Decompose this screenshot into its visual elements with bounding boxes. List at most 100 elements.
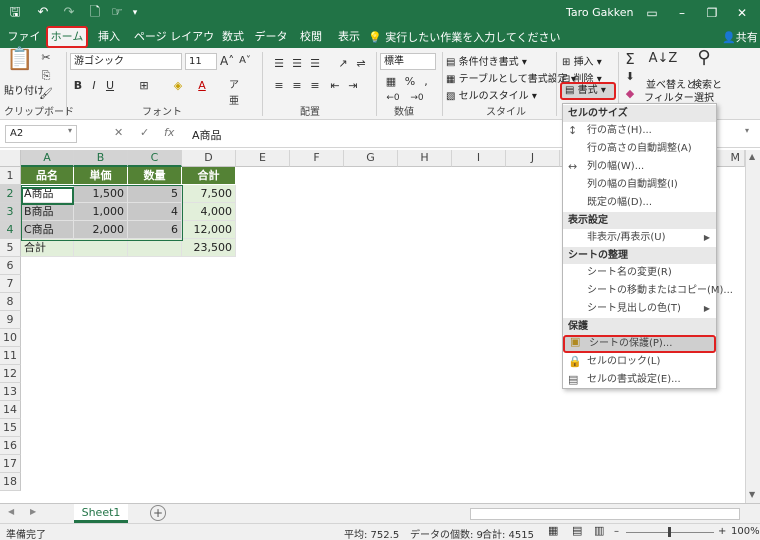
add-sheet-icon[interactable]: + xyxy=(150,505,166,521)
column-header[interactable]: E xyxy=(236,150,290,167)
fill-icon[interactable]: ⬇ xyxy=(620,69,640,85)
conditional-format-button[interactable]: ▤ 条件付き書式 ▾ xyxy=(446,53,527,68)
tab-page-layout[interactable]: ページ レイアウト xyxy=(132,28,216,61)
row-header[interactable]: 8 xyxy=(0,293,21,311)
vertical-scrollbar[interactable]: ▲ ▼ xyxy=(745,150,760,503)
touch-mode-icon[interactable]: ☞ xyxy=(108,4,126,22)
tab-review[interactable]: 校閲 xyxy=(296,28,326,48)
tell-me-box[interactable]: 💡 実行したい作業を入力してください xyxy=(368,29,561,45)
normal-view-icon[interactable]: ▦ xyxy=(548,524,558,537)
menu-item-rename-sheet[interactable]: シート名の変更(R) xyxy=(563,264,716,282)
row-header[interactable]: 11 xyxy=(0,347,21,365)
row-header[interactable]: 16 xyxy=(0,437,21,455)
zoom-out-icon[interactable]: – xyxy=(614,526,619,537)
row-header[interactable]: 6 xyxy=(0,257,21,275)
restore-icon[interactable]: ❐ xyxy=(702,3,722,23)
table-cell[interactable]: 1,500 xyxy=(74,185,128,203)
table-cell[interactable]: 4 xyxy=(128,203,182,221)
borders-icon[interactable]: ⊞ xyxy=(134,78,154,94)
table-cell[interactable]: 2,000 xyxy=(74,221,128,239)
row-header[interactable]: 7 xyxy=(0,275,21,293)
zoom-in-icon[interactable]: + xyxy=(718,526,726,537)
table-cell[interactable]: 合計 xyxy=(21,239,74,257)
zoom-level[interactable]: 100% xyxy=(731,526,760,537)
row-header[interactable]: 13 xyxy=(0,383,21,401)
row-header[interactable]: 12 xyxy=(0,365,21,383)
row-header[interactable]: 14 xyxy=(0,401,21,419)
accounting-format-icon[interactable]: ▦ xyxy=(382,74,400,90)
table-cell[interactable]: C商品 xyxy=(21,221,74,239)
zoom-slider-thumb[interactable] xyxy=(668,527,671,537)
menu-item-protect-sheet[interactable]: ▣ シートの保護(P)... xyxy=(563,335,716,353)
table-cell[interactable]: 5 xyxy=(128,185,182,203)
name-box[interactable]: A2 xyxy=(5,125,77,143)
column-header[interactable]: D xyxy=(182,150,236,167)
align-top-icon[interactable]: ☰ xyxy=(272,56,286,72)
menu-item-format-cells[interactable]: ▤ セルの書式設定(E)... xyxy=(563,371,716,389)
select-all-corner[interactable] xyxy=(0,150,21,167)
autosum-icon[interactable]: Σ xyxy=(620,51,640,67)
table-cell[interactable]: 4,000 xyxy=(182,203,236,221)
formula-input[interactable]: A商品 xyxy=(192,127,222,143)
page-layout-view-icon[interactable]: ▤ xyxy=(572,524,582,537)
table-header-cell[interactable]: 数量 xyxy=(128,167,182,185)
font-size-box[interactable]: 11 xyxy=(185,53,217,70)
menu-item-move-copy[interactable]: シートの移動またはコピー(M)... xyxy=(563,282,733,300)
tab-insert[interactable]: 挿入 xyxy=(92,28,126,48)
tab-file[interactable]: ファイル xyxy=(4,28,44,61)
undo-icon[interactable]: ↶ xyxy=(34,4,52,22)
row-header[interactable]: 2 xyxy=(0,185,21,203)
ribbon-display-icon[interactable]: ▭ xyxy=(642,3,662,23)
row-header[interactable]: 10 xyxy=(0,329,21,347)
row-header[interactable]: 4 xyxy=(0,221,21,239)
menu-item-hide-unhide[interactable]: 非表示/再表示(U) ▶ xyxy=(563,229,716,247)
tab-formulas[interactable]: 数式 xyxy=(218,28,248,48)
table-cell[interactable]: B商品 xyxy=(21,203,74,221)
row-header[interactable]: 5 xyxy=(0,239,21,257)
table-cell[interactable]: 6 xyxy=(128,221,182,239)
preview-icon[interactable]: 🗋 xyxy=(86,4,104,22)
column-header[interactable]: C xyxy=(128,150,182,167)
confirm-entry-icon[interactable]: ✓ xyxy=(140,126,149,139)
save-icon[interactable]: 🖫 xyxy=(6,4,24,22)
customize-qa-icon[interactable]: ▾ xyxy=(126,4,144,22)
table-cell[interactable]: A商品 xyxy=(21,185,74,203)
column-header[interactable]: H xyxy=(398,150,452,167)
scroll-down-icon[interactable]: ▼ xyxy=(749,490,755,499)
format-cells-button[interactable]: ▤ 書式 ▾ xyxy=(560,82,616,100)
orientation-icon[interactable]: ↗ xyxy=(336,56,350,72)
table-cell[interactable]: 23,500 xyxy=(182,239,236,257)
format-painter-icon[interactable]: 🖌 xyxy=(38,86,54,102)
phonetic-icon[interactable]: ア亜 xyxy=(226,78,242,110)
close-icon[interactable]: ✕ xyxy=(732,3,752,23)
table-cell[interactable]: 12,000 xyxy=(182,221,236,239)
cancel-entry-icon[interactable]: ✕ xyxy=(114,126,123,139)
paste-icon[interactable]: 📋 xyxy=(6,49,34,78)
horizontal-scrollbar[interactable] xyxy=(470,508,740,520)
name-box-dropdown-icon[interactable]: ▾ xyxy=(68,126,72,135)
insert-cells-button[interactable]: ⊞ 挿入 ▾ xyxy=(562,53,602,68)
align-left-icon[interactable]: ≡ xyxy=(272,78,286,94)
menu-item-col-autofit[interactable]: 列の幅の自動調整(I) xyxy=(563,176,716,194)
tab-data[interactable]: データ xyxy=(254,28,288,48)
comma-icon[interactable]: , xyxy=(420,74,432,90)
table-header-cell[interactable]: 単価 xyxy=(74,167,128,185)
number-format-box[interactable]: 標準 xyxy=(380,53,436,70)
increase-indent-icon[interactable]: ⇥ xyxy=(346,78,360,94)
column-header[interactable]: F xyxy=(290,150,344,167)
row-header[interactable]: 3 xyxy=(0,203,21,221)
column-header[interactable]: J xyxy=(506,150,560,167)
expand-formula-icon[interactable]: ▾ xyxy=(745,126,749,135)
menu-item-row-height[interactable]: ↕ 行の高さ(H)... xyxy=(563,122,716,140)
row-header[interactable]: 18 xyxy=(0,473,21,491)
share-button[interactable]: 👤共有 xyxy=(722,29,758,45)
next-sheet-icon[interactable]: ▶ xyxy=(30,507,36,516)
table-header-cell[interactable]: 合計 xyxy=(182,167,236,185)
row-header[interactable]: 15 xyxy=(0,419,21,437)
tab-home[interactable]: ホーム xyxy=(46,26,88,48)
minimize-icon[interactable]: – xyxy=(672,3,692,23)
cell-styles-button[interactable]: ▧ セルのスタイル ▾ xyxy=(446,87,537,102)
table-cell[interactable] xyxy=(128,239,182,257)
italic-icon[interactable]: I xyxy=(88,78,100,94)
align-bottom-icon[interactable]: ☰ xyxy=(308,56,322,72)
